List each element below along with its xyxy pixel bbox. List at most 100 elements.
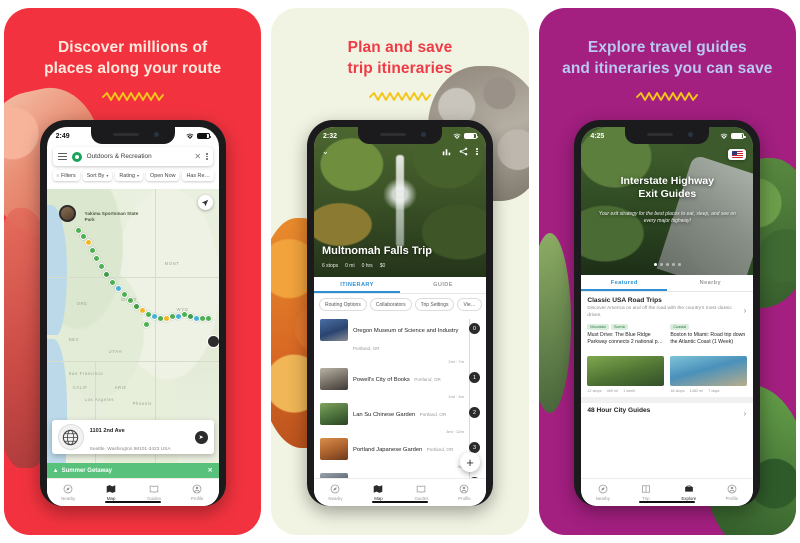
close-icon[interactable]: ✕ xyxy=(194,152,201,161)
tab-itinerary[interactable]: ITINERARY xyxy=(314,277,400,293)
map-route-pin[interactable] xyxy=(92,255,100,262)
search-input[interactable]: Outdoors & Recreation xyxy=(87,153,190,160)
section-classic-road-trips[interactable]: Classic USA Road Trips Discover America … xyxy=(581,292,754,323)
tab-featured[interactable]: Featured xyxy=(581,275,667,291)
map-route-pin[interactable] xyxy=(126,297,134,304)
map-route-pin[interactable] xyxy=(142,321,150,328)
map-route-pin[interactable] xyxy=(204,315,212,322)
map-route-pin[interactable] xyxy=(88,247,96,254)
battery-icon xyxy=(196,133,212,139)
chart-icon[interactable] xyxy=(442,147,451,156)
map-label-ariz: ARIZ xyxy=(114,385,127,390)
card-meta-stops: 12 stops xyxy=(587,388,602,393)
chip-collaborators[interactable]: Collaborators xyxy=(369,298,412,311)
status-time: 4:25 xyxy=(590,132,605,140)
search-bar[interactable]: Outdoors & Recreation ✕ xyxy=(52,147,213,166)
address-card[interactable]: 1101 2nd Ave Seattle, Washington 98101-3… xyxy=(51,420,214,454)
guide-card[interactable]: Mountain Scenic Must Drive: The Blue Rid… xyxy=(587,324,665,393)
chip-has-reviews[interactable]: Has Re… xyxy=(182,170,214,181)
tab-profile[interactable]: Profile xyxy=(443,484,486,501)
itinerary-list[interactable]: Oregon Museum of Science and Industry Po… xyxy=(313,315,486,499)
map-route-pin[interactable] xyxy=(102,271,110,278)
more-vertical-icon[interactable] xyxy=(206,153,208,160)
tab-map[interactable]: Map xyxy=(357,484,400,501)
map-route-pin[interactable] xyxy=(108,279,116,286)
tab-explore[interactable]: Explore xyxy=(667,484,710,501)
chip-routing-options[interactable]: Routing Options xyxy=(318,298,367,311)
map-origin-pin[interactable] xyxy=(58,205,76,222)
list-item[interactable]: Powell's City of Books Portland, OR 1 xyxy=(314,364,486,394)
map-route-pin[interactable] xyxy=(114,285,122,292)
section-city-guides[interactable]: 48 Hour City Guides › xyxy=(581,401,754,418)
chevron-right-icon[interactable]: › xyxy=(744,306,747,315)
chip-view[interactable]: Vie… xyxy=(457,298,482,311)
trip-segmented-tabs[interactable]: ITINERARY GUIDE xyxy=(313,277,486,294)
map-gridline xyxy=(46,361,219,362)
map-route-pin[interactable] xyxy=(120,291,128,298)
guide-card-row[interactable]: Mountain Scenic Must Drive: The Blue Rid… xyxy=(581,322,754,397)
card-image xyxy=(587,356,665,387)
tab-nearby[interactable]: Nearby xyxy=(47,484,90,501)
map-icon xyxy=(357,484,400,494)
tab-map[interactable]: Map xyxy=(90,484,133,501)
tab-guides[interactable]: Guides xyxy=(133,484,176,501)
tab-label: Profile xyxy=(725,495,739,501)
map-destination-pin[interactable] xyxy=(206,335,219,348)
section-subtitle: Discover America on and off the road wit… xyxy=(587,306,732,318)
compass-icon xyxy=(314,484,357,494)
close-icon[interactable]: ✕ xyxy=(208,467,213,474)
locate-me-button[interactable] xyxy=(197,195,213,210)
chip-label: Open Now xyxy=(150,172,176,179)
trip-banner[interactable]: ▲ Summer Getaway ✕ xyxy=(46,463,219,478)
guide-card[interactable]: Coastal Boston to Miami: Road trip down … xyxy=(670,324,748,393)
hero-actions[interactable] xyxy=(442,147,478,156)
profile-icon xyxy=(710,484,753,494)
trip-meta: 6 stops 0 mi 0 hrs $0 xyxy=(322,263,385,269)
chip-trip-settings[interactable]: Trip Settings xyxy=(414,298,455,311)
battery-icon xyxy=(731,133,746,139)
guide-title-line1: Interstate Highway xyxy=(620,175,714,187)
list-item[interactable]: Lan Su Chinese Garden Portland, OR 2 xyxy=(314,399,486,429)
map-route-pin[interactable] xyxy=(97,263,105,270)
more-vertical-icon[interactable] xyxy=(476,148,478,155)
tab-nearby[interactable]: Nearby xyxy=(667,275,753,291)
filter-chip-row[interactable]: ≡ Filters Sort By ▾ Rating ▾ Open Now Has R… xyxy=(47,166,219,184)
add-stop-button[interactable]: + xyxy=(459,452,480,472)
tab-guides[interactable]: Guides xyxy=(400,484,443,501)
wifi-icon xyxy=(453,133,461,139)
trip-option-chips[interactable]: Routing Options Collaborators Trip Setti… xyxy=(313,294,486,315)
stop-subtitle: Portland, OR xyxy=(426,447,454,452)
explore-segmented-tabs[interactable]: Featured Nearby xyxy=(581,275,754,292)
share-icon[interactable] xyxy=(459,147,468,156)
waterfall-decor xyxy=(395,155,404,247)
stop-index: 2 xyxy=(468,407,480,418)
chip-open-now[interactable]: Open Now xyxy=(146,170,180,181)
hamburger-menu-icon[interactable] xyxy=(57,153,67,160)
hero-toolbar[interactable]: ⌄ xyxy=(314,147,486,156)
chevron-down-icon[interactable]: ⌄ xyxy=(322,147,329,156)
tab-profile[interactable]: Profile xyxy=(710,484,753,501)
tab-nearby[interactable]: Nearby xyxy=(581,484,624,501)
chevron-right-icon[interactable]: › xyxy=(744,409,747,418)
directions-icon[interactable]: ➤ xyxy=(194,430,208,444)
map-route-pin[interactable] xyxy=(84,239,92,246)
map-icon xyxy=(90,484,133,494)
chevron-up-icon[interactable]: ▲ xyxy=(53,468,59,474)
map-gridline xyxy=(46,277,219,278)
tab-profile[interactable]: Profile xyxy=(176,484,219,501)
usa-flag-icon[interactable] xyxy=(728,149,747,160)
list-item[interactable]: Oregon Museum of Science and Industry Po… xyxy=(314,315,486,359)
tab-trip[interactable]: Trip xyxy=(624,484,667,501)
chip-sort-by[interactable]: Sort By ▾ xyxy=(82,170,113,181)
chip-rating[interactable]: Rating ▾ xyxy=(115,170,143,181)
phone-notch xyxy=(357,127,442,144)
status-indicators xyxy=(453,133,479,139)
tab-label: Profile xyxy=(190,495,204,501)
chip-filters[interactable]: ≡ Filters xyxy=(52,170,80,181)
tab-nearby[interactable]: Nearby xyxy=(314,484,357,501)
card-meta: 12 stops 469 mi 1 week xyxy=(587,389,664,393)
chevron-down-icon: ▾ xyxy=(136,173,139,178)
carousel-dots[interactable] xyxy=(581,263,753,266)
tab-guide[interactable]: GUIDE xyxy=(400,277,486,293)
map-canvas[interactable]: MONT IDAHO ORE WYO NEV UTAH CALIF ARIZ S… xyxy=(46,189,219,506)
